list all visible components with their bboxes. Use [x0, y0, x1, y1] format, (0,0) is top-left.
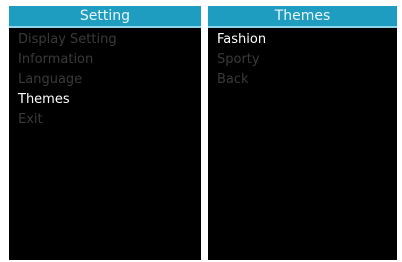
- menu-item-fashion[interactable]: Fashion: [208, 30, 397, 50]
- setting-title-bar: Setting: [9, 6, 201, 28]
- menu-item-display-setting[interactable]: Display Setting: [9, 30, 201, 50]
- menu-item-information[interactable]: Information: [9, 50, 201, 70]
- menu-item-exit[interactable]: Exit: [9, 110, 201, 130]
- themes-title-bar: Themes: [208, 6, 397, 28]
- setting-menu: Display Setting Information Language The…: [9, 28, 201, 130]
- themes-menu: Fashion Sporty Back: [208, 28, 397, 90]
- menu-item-language[interactable]: Language: [9, 70, 201, 90]
- themes-title: Themes: [274, 8, 331, 24]
- setting-title: Setting: [79, 8, 131, 24]
- themes-screen: Themes Fashion Sporty Back: [208, 6, 397, 260]
- setting-screen: Setting Display Setting Information Lang…: [9, 6, 201, 260]
- menu-item-sporty[interactable]: Sporty: [208, 50, 397, 70]
- menu-item-themes[interactable]: Themes: [9, 90, 201, 110]
- menu-item-back[interactable]: Back: [208, 70, 397, 90]
